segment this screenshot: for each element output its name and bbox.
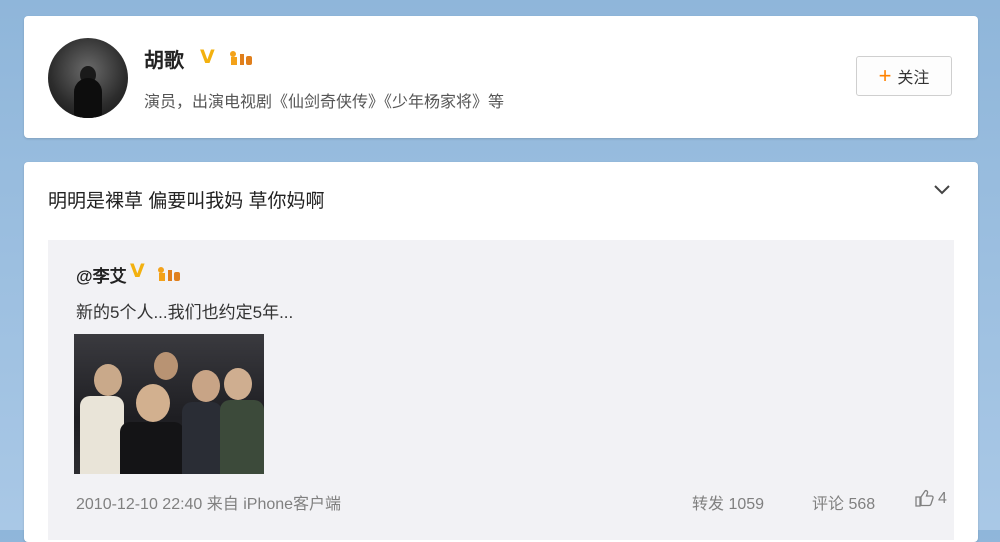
repost-meta: 2010-12-10 22:40 来自 iPhone客户端 (76, 496, 342, 513)
verified-badge-icon: V (200, 46, 215, 68)
repost-button[interactable]: 转发 1059 (692, 490, 764, 514)
thumbs-up-icon[interactable] (914, 488, 934, 508)
repost-verified-badge-icon: V (130, 260, 145, 282)
repost-box: @李艾 V 新的5个人...我们也约定5年... 2010-12-10 22:4… (48, 240, 954, 540)
photo-person (94, 364, 122, 396)
repost-author[interactable]: @李艾 (76, 262, 127, 287)
club-badge-icon (228, 48, 254, 66)
follow-button[interactable]: + 关注 (856, 56, 952, 96)
photo-person (154, 352, 178, 380)
photo-person (80, 396, 124, 474)
avatar-figure-body (74, 78, 102, 118)
photo-person (182, 402, 222, 474)
photo-person (192, 370, 220, 402)
photo-person (120, 422, 184, 474)
follow-label: 关注 (897, 70, 930, 87)
post-text: 明明是裸草 偏要叫我妈 草你妈啊 (48, 191, 325, 212)
plus-icon: + (878, 63, 892, 88)
photo-person (224, 368, 252, 400)
comment-button[interactable]: 评论 568 (812, 490, 875, 514)
chevron-down-icon[interactable] (932, 180, 952, 200)
post-card: 明明是裸草 偏要叫我妈 草你妈啊 @李艾 V 新的5个人...我们也约定5年..… (24, 162, 978, 542)
repost-text: 新的5个人...我们也约定5年... (76, 303, 294, 322)
repost-club-badge-icon (156, 264, 182, 282)
repost-photo[interactable] (74, 334, 264, 474)
like-count[interactable]: 4 (938, 490, 947, 508)
photo-person (220, 400, 264, 474)
photo-person (136, 384, 170, 422)
avatar[interactable] (48, 38, 128, 118)
user-description: 演员，出演电视剧《仙剑奇侠传》《少年杨家将》等 (144, 94, 505, 111)
club-badge-shape (230, 51, 252, 65)
profile-card: 胡歌 V 演员，出演电视剧《仙剑奇侠传》《少年杨家将》等 + 关注 (24, 16, 978, 138)
repost-club-badge-shape (158, 267, 180, 281)
user-name[interactable]: 胡歌 (144, 44, 184, 73)
